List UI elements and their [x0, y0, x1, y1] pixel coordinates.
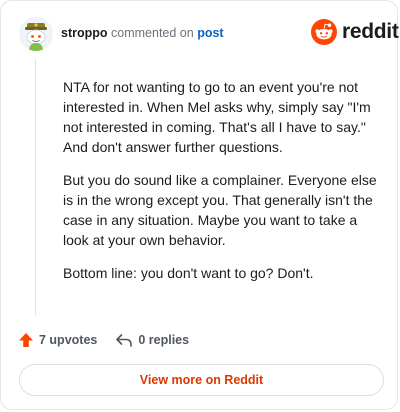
reply-arrow-icon: [116, 334, 133, 347]
upvote-button[interactable]: 7 upvotes: [18, 332, 97, 348]
thread-line: [35, 59, 36, 315]
reply-button[interactable]: 0 replies: [115, 332, 189, 348]
reddit-logo[interactable]: reddit: [311, 19, 399, 45]
user-avatar[interactable]: [19, 17, 53, 51]
comment-paragraph: NTA for not wanting to go to an event yo…: [63, 79, 371, 155]
snoo-avatar-icon: [19, 17, 53, 51]
comment-header: stroppo commented on post: [61, 26, 224, 40]
comment-actions: 7 upvotes 0 replies: [18, 332, 207, 348]
reddit-logo-icon: [311, 19, 337, 45]
post-link[interactable]: post: [197, 26, 223, 40]
comment-paragraph: Bottom line: you don't want to go? Don't…: [63, 265, 314, 281]
upvote-count: 7 upvotes: [39, 333, 98, 347]
reddit-wordmark: reddit: [342, 20, 399, 43]
comment-embed-card: stroppo commented on post reddit NTA for…: [0, 0, 399, 410]
comment-paragraph: But you do sound like a complainer. Ever…: [63, 172, 377, 248]
action-text: commented on: [111, 26, 194, 40]
view-more-button[interactable]: View more on Reddit: [19, 364, 384, 396]
username-link[interactable]: stroppo: [61, 26, 108, 40]
reply-count: 0 replies: [138, 333, 190, 347]
upvote-arrow-icon: [19, 333, 33, 347]
comment-body: NTA for not wanting to go to an event yo…: [63, 77, 385, 296]
